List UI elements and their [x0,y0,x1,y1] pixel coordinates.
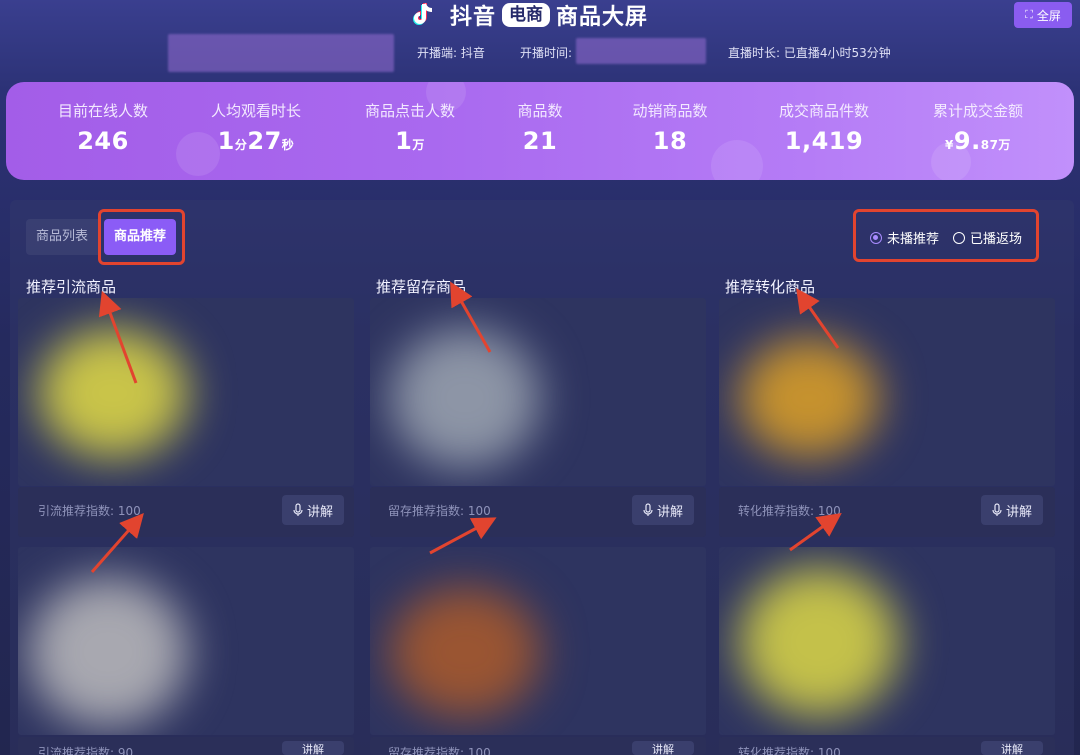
conversion-index: 转化推荐指数: 100 [738,746,841,755]
stat-selling-products: 动销商品数 18 [632,102,708,155]
app-title: 抖音 电商 商品大屏 [410,0,648,30]
account-name-redacted [168,34,394,72]
fullscreen-button[interactable]: ⛶ 全屏 [1014,2,1072,28]
highlight-box-filter [853,209,1039,262]
expand-icon: ⛶ [1025,8,1033,21]
explain-button[interactable]: 讲解 [981,741,1043,755]
title-main: 抖音 [450,5,497,30]
stat-online-users: 目前在线人数 246 [57,102,148,155]
stat-total-gmv: 累计成交金额 ¥9.87万 [932,102,1023,155]
stat-avg-watch-time: 人均观看时长 1分27秒 [210,102,301,155]
title-tail: 商品大屏 [556,5,649,30]
douyin-logo-icon [413,3,433,25]
stat-product-count: 商品数 21 [517,102,563,155]
product-image[interactable] [719,298,1055,486]
explain-button[interactable]: 讲解 [632,741,694,755]
platform-text: 开播端: 抖音 [417,46,485,60]
section-title-retention: 推荐留存商品 [376,278,467,296]
highlight-box-tab [98,209,185,265]
retention-index: 留存推荐指数: 100 [388,504,491,518]
conversion-index: 转化推荐指数: 100 [738,504,841,518]
explain-button[interactable]: 讲解 [981,495,1043,525]
product-image[interactable] [18,298,354,486]
fullscreen-label: 全屏 [1036,8,1061,23]
tab-product-list[interactable]: 商品列表 [26,219,98,255]
traffic-index: 引流推荐指数: 100 [38,504,141,518]
product-image[interactable] [370,298,706,486]
microphone-icon [293,503,303,516]
microphone-icon [643,503,653,516]
explain-button[interactable]: 讲解 [632,495,694,525]
product-image[interactable] [719,547,1055,735]
stat-product-clicks: 商品点击人数 1万 [364,102,455,155]
explain-button[interactable]: 讲解 [282,495,344,525]
traffic-index: 引流推荐指数: 90 [38,746,134,755]
section-title-conversion: 推荐转化商品 [725,278,816,296]
product-image[interactable] [370,547,706,735]
stat-items-sold: 成交商品件数 1,419 [778,102,869,155]
product-image[interactable] [18,547,354,735]
start-time-label: 开播时间: [520,46,573,60]
header: 抖音 电商 商品大屏 ⛶ 全屏 开播端: 抖音 开播时间: 直播时长: 已直播4… [0,0,1080,80]
retention-index: 留存推荐指数: 100 [388,746,491,755]
explain-button[interactable]: 讲解 [282,741,344,755]
stats-banner: 目前在线人数 246 人均观看时长 1分27秒 商品点击人数 1万 商品数 21… [6,82,1074,180]
duration-text: 直播时长: 已直播4小时53分钟 [728,46,891,60]
title-badge: 电商 [502,3,551,27]
microphone-icon [992,503,1002,516]
start-time-redacted [576,38,706,64]
section-title-traffic: 推荐引流商品 [26,278,117,296]
